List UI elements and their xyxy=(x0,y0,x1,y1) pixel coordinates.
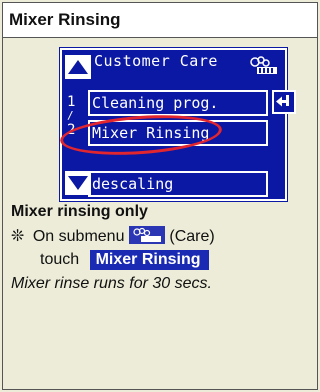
menu-number-separator: / xyxy=(67,109,74,122)
mixer-rinsing-button-label: Mixer Rinsing xyxy=(89,250,209,270)
instruction-line-2-before: touch xyxy=(40,251,80,268)
bullet-icon: ❊ xyxy=(11,228,25,245)
instruction-line-2: touch Mixer Rinsing xyxy=(40,250,209,270)
arrow-up-icon[interactable] xyxy=(65,55,91,79)
instruction-line-1-after: (Care) xyxy=(169,228,215,245)
instruction-heading: Mixer rinsing only xyxy=(11,203,148,220)
menu-item-cleaning-prog[interactable]: Cleaning prog. xyxy=(88,90,268,116)
menu-number-1: 1 xyxy=(67,94,76,110)
coffee-care-icon xyxy=(250,56,277,74)
instruction-card: Mixer Rinsing Customer Care 1 Cleaning p… xyxy=(2,2,318,390)
instruction-note: Mixer rinse runs for 30 secs. xyxy=(11,275,212,292)
care-submenu-icon xyxy=(128,226,165,244)
menu-item-descaling[interactable]: descaling xyxy=(88,171,268,197)
screen-title: Customer Care xyxy=(94,52,218,70)
return-icon[interactable] xyxy=(272,90,296,114)
instruction-line-1: ❊ On submenu (Care) xyxy=(11,226,215,246)
instruction-line-1-before: On submenu xyxy=(32,228,125,245)
screen-header: Customer Care xyxy=(62,50,285,82)
page-title: Mixer Rinsing xyxy=(3,3,317,38)
